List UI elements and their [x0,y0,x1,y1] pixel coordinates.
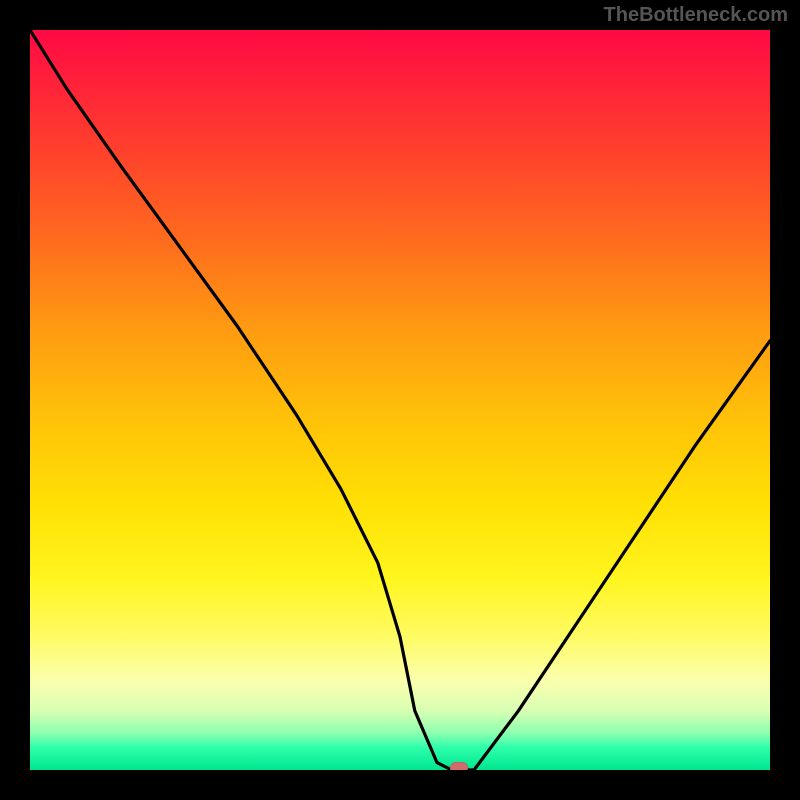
chart-plot-area [30,30,770,770]
bottleneck-curve [30,30,770,770]
optimal-point-marker [450,762,468,770]
watermark-text: TheBottleneck.com [604,4,788,27]
